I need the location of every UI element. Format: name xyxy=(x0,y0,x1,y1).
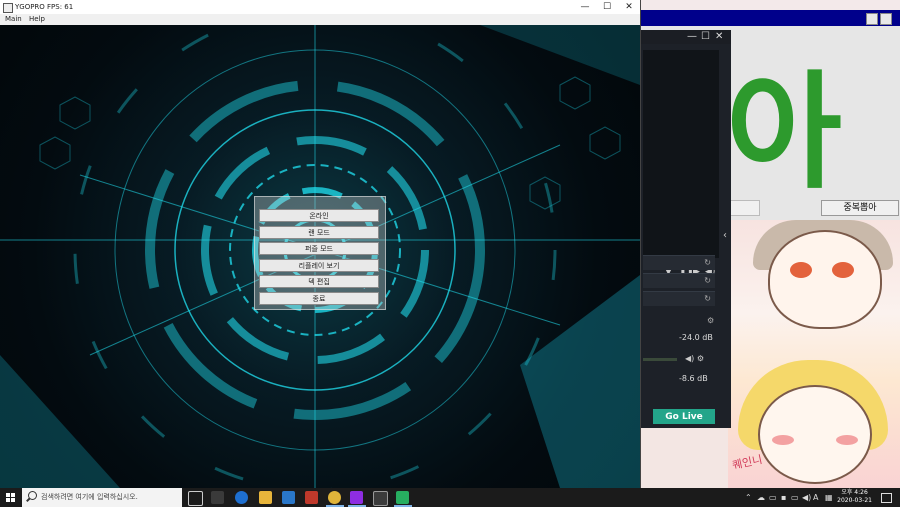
pen-app-icon[interactable] xyxy=(373,491,388,506)
refresh-icon[interactable]: ↻ xyxy=(704,274,711,288)
close-button[interactable]: ✕ xyxy=(618,0,640,14)
menu-main[interactable]: Main xyxy=(5,14,22,25)
app-footer-area xyxy=(638,428,730,488)
app-icon xyxy=(3,3,13,13)
refresh-icon[interactable]: ↻ xyxy=(704,256,711,270)
refresh-icon[interactable]: ↻ xyxy=(704,292,711,306)
menu-help[interactable]: Help xyxy=(29,14,45,25)
game-app-icon[interactable] xyxy=(396,491,409,504)
tray-chevron-icon[interactable]: ⌃ xyxy=(745,488,752,507)
puzzle-mode-button[interactable]: 퍼즐 모드 xyxy=(259,242,379,255)
collapse-icon[interactable]: ‹ xyxy=(723,230,727,241)
maximize-button[interactable]: ☐ xyxy=(596,0,618,14)
battery-icon[interactable]: ▭ xyxy=(791,488,799,507)
app-title-bar xyxy=(638,10,900,26)
search-icon xyxy=(28,491,37,500)
window-title: YGOPRO FPS: 61 xyxy=(15,3,74,11)
ime-icon[interactable]: ▦ xyxy=(825,488,833,507)
list-item[interactable]: ↻ xyxy=(643,273,715,288)
audio-level: -8.6 dB xyxy=(679,374,708,383)
list-item[interactable]: ↻ xyxy=(643,255,715,270)
menu-bar: Main Help xyxy=(0,14,640,25)
game-background: 온라인 랜 모드 퍼즐 모드 리플레이 보기 덱 편집 종료 xyxy=(0,25,640,488)
online-button[interactable]: 온라인 xyxy=(259,209,379,222)
minimize-button[interactable]: — xyxy=(687,30,697,44)
streaming-title-bar: — ☐ ✕ xyxy=(639,30,731,44)
audio-level: -24.0 dB xyxy=(679,333,713,342)
list-item[interactable]: ↻ xyxy=(643,291,715,306)
streaming-app-icon[interactable] xyxy=(350,491,363,504)
clock-date: 2020-03-21 xyxy=(837,497,872,504)
folder-icon[interactable]: ▪ xyxy=(781,488,786,507)
exit-button[interactable]: 종료 xyxy=(259,292,379,305)
deck-edit-button[interactable]: 덱 편집 xyxy=(259,275,379,288)
gift-app-icon[interactable] xyxy=(305,491,318,504)
go-live-button[interactable]: Go Live xyxy=(653,409,715,424)
taskbar: 검색하려면 여기에 입력하십시오. ⌃ ☁ ▭ ▪ ▭ ◀) A ▦ 오후 4:… xyxy=(0,488,900,507)
file-explorer-icon[interactable] xyxy=(259,491,272,504)
minimize-button[interactable]: — xyxy=(574,0,596,14)
input-language[interactable]: A xyxy=(813,488,818,507)
settings-icon[interactable]: ⚙ xyxy=(707,316,714,325)
roll-button[interactable]: 중복뽑아 xyxy=(821,200,899,216)
app-top-strip xyxy=(638,0,900,10)
game-window: YGOPRO FPS: 61 — ☐ ✕ Main Help 온라인 랜 모드 … xyxy=(0,0,641,488)
volume-icon[interactable]: ◀) ⚙ xyxy=(685,354,704,363)
volume-icon[interactable]: ◀) xyxy=(802,488,811,507)
main-menu-dialog: 온라인 랜 모드 퍼즐 모드 리플레이 보기 덱 편집 종료 xyxy=(254,196,386,310)
window-button[interactable] xyxy=(880,13,892,25)
anime-illustration: 퀘인니 xyxy=(728,220,900,488)
streaming-app-window: — ☐ ✕ ‹ ▼ ❚❚ ▶ ◀) ↻ ↻ ↻ ⚙ -24.0 dB ◀) ⚙ … xyxy=(638,30,731,428)
audio-meter xyxy=(643,358,677,361)
edge-icon[interactable] xyxy=(235,491,248,504)
store-icon[interactable] xyxy=(211,491,224,504)
close-button[interactable]: ✕ xyxy=(715,30,723,44)
clock[interactable]: 오후 4:26 2020-03-21 xyxy=(837,489,872,505)
preview-area xyxy=(643,50,719,258)
maximize-button[interactable]: ☐ xyxy=(701,30,710,44)
secondary-button[interactable] xyxy=(730,200,760,216)
start-button[interactable] xyxy=(0,488,22,507)
cloud-icon[interactable]: ☁ xyxy=(757,488,765,507)
notification-icon[interactable] xyxy=(881,493,892,503)
mail-icon[interactable] xyxy=(282,491,295,504)
lan-mode-button[interactable]: 랜 모드 xyxy=(259,226,379,239)
result-text: 아 xyxy=(726,59,842,206)
taskbar-search[interactable]: 검색하려면 여기에 입력하십시오. xyxy=(22,488,182,507)
replay-button[interactable]: 리플레이 보기 xyxy=(259,259,379,272)
window-button[interactable] xyxy=(866,13,878,25)
search-placeholder: 검색하려면 여기에 입력하십시오. xyxy=(41,493,138,501)
anime-caption: 퀘인니 xyxy=(731,452,764,473)
clock-time: 오후 4:26 xyxy=(841,489,868,496)
chrome-icon[interactable] xyxy=(328,491,341,504)
title-bar: YGOPRO FPS: 61 — ☐ ✕ xyxy=(0,0,640,15)
task-view-icon[interactable] xyxy=(188,491,203,506)
network-icon[interactable]: ▭ xyxy=(769,488,777,507)
